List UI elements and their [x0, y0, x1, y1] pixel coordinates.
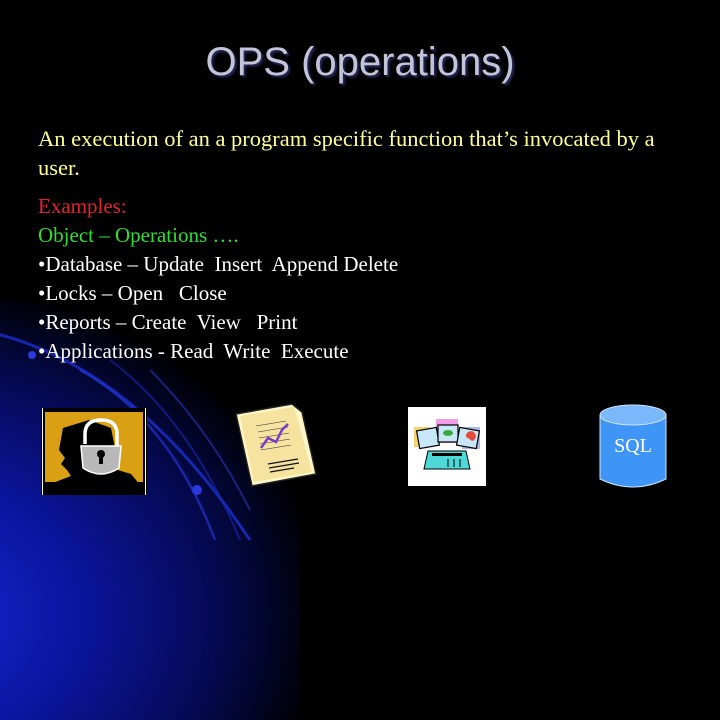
- bullet-applications: •Applications - Read Write Execute: [38, 339, 349, 363]
- lock-head-icon: [41, 408, 147, 495]
- sql-database-icon: SQL: [598, 403, 668, 489]
- slide-body: An execution of an a program specific fu…: [38, 124, 698, 366]
- examples-label: Examples:: [38, 194, 127, 218]
- bullet-reports: •Reports – Create View Print: [38, 310, 298, 334]
- object-operations-heading: Object – Operations ….: [38, 223, 239, 247]
- applications-monitors-icon: [408, 407, 486, 486]
- report-document-icon: [235, 403, 317, 487]
- bullet-database: •Database – Update Insert Append Delete: [38, 252, 399, 276]
- slide-title: OPS (operations): [205, 40, 515, 84]
- examples-section: Examples: Object – Operations …. •Databa…: [38, 192, 698, 366]
- bullet-locks: •Locks – Open Close: [38, 281, 227, 305]
- sql-label: SQL: [614, 435, 652, 457]
- intro-text: An execution of an a program specific fu…: [38, 126, 655, 180]
